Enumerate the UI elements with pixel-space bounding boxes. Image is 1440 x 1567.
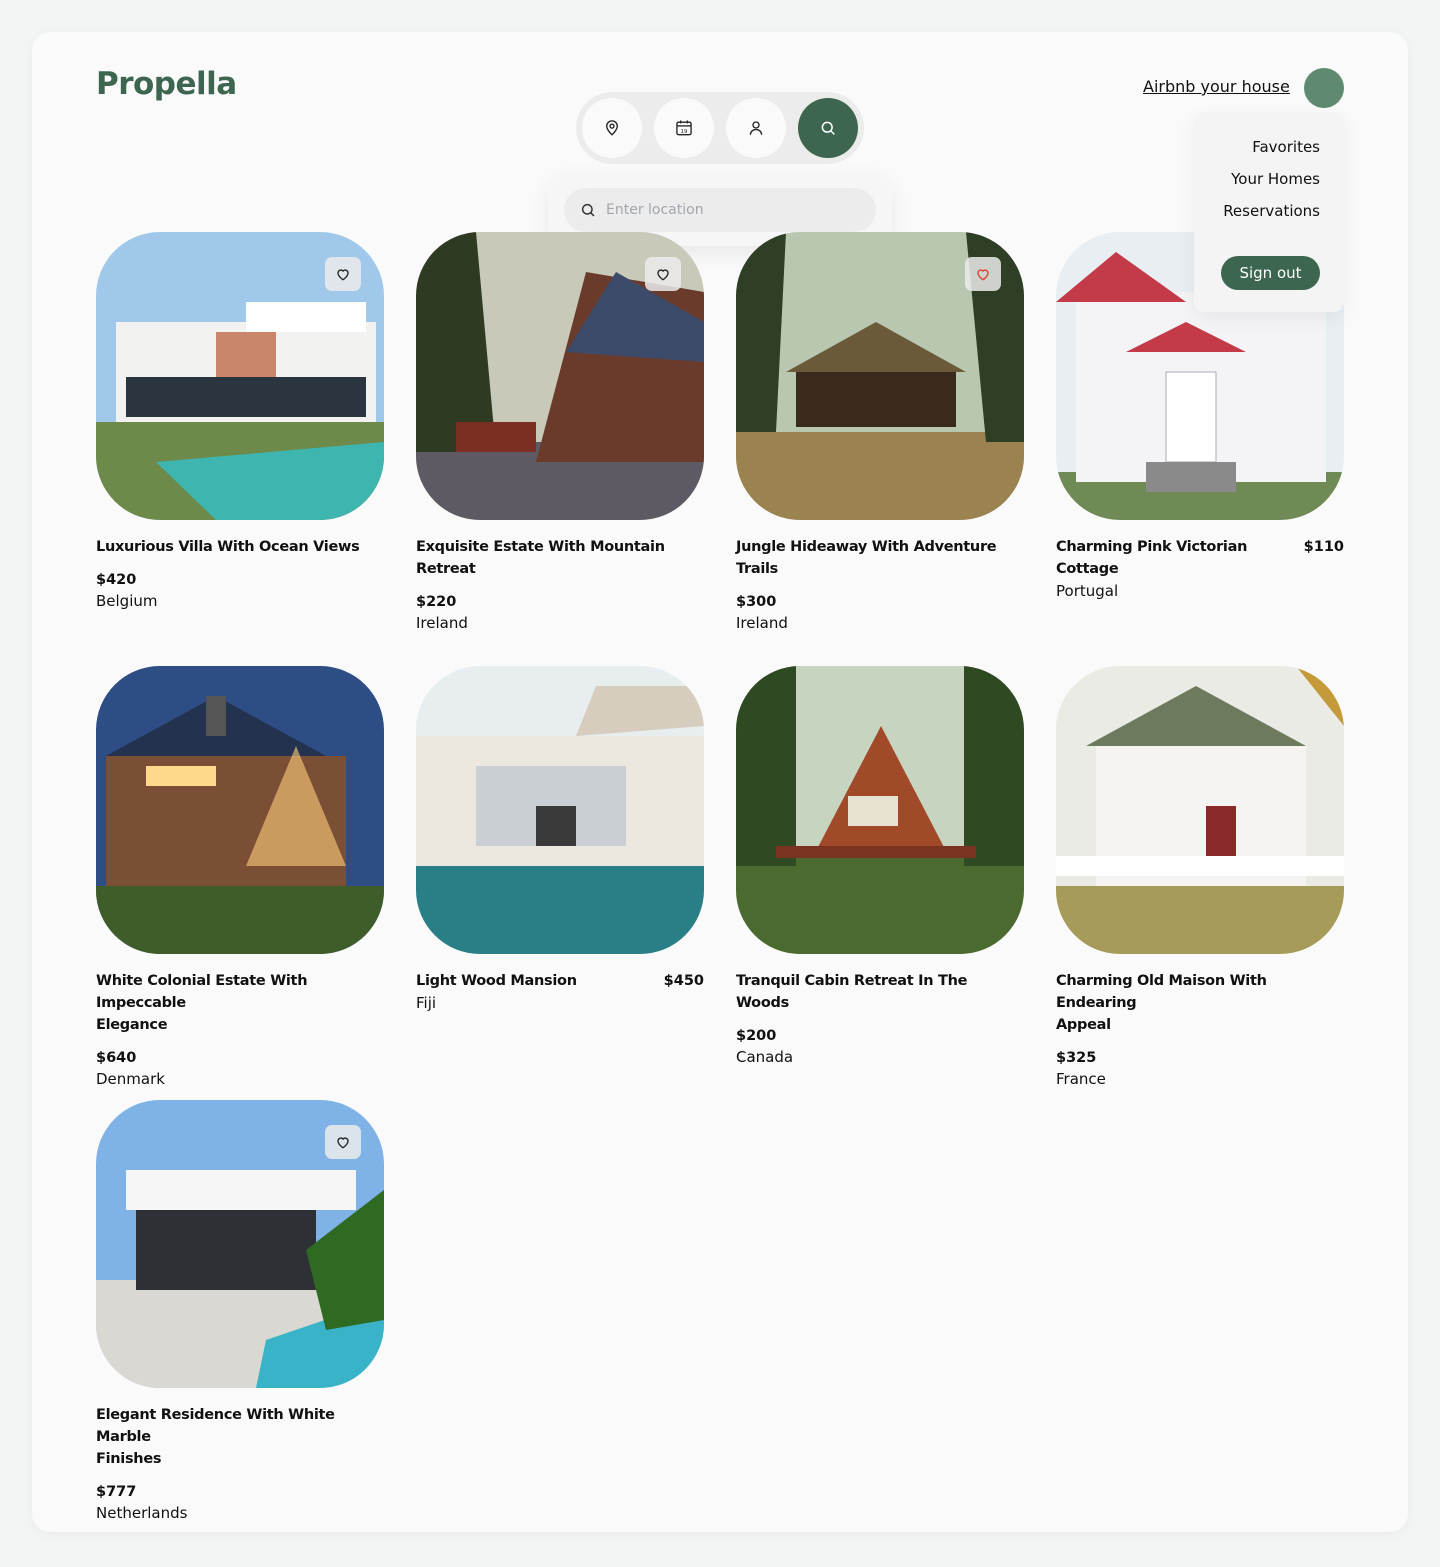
listing-title[interactable]: Jungle Hideaway With Adventure: [736, 536, 1024, 558]
calendar-icon: 19: [676, 120, 692, 136]
listing-card[interactable]: Light Wood Mansion $450 Fiji: [416, 666, 704, 1014]
heart-icon: [337, 269, 349, 281]
menu-item-reservations[interactable]: Reservations: [1223, 202, 1320, 220]
house-photo: [416, 666, 704, 954]
listing-card[interactable]: Luxurious Villa With Ocean Views $420 Belg…: [96, 232, 384, 612]
guests-button[interactable]: [726, 98, 786, 158]
listing-title[interactable]: Charming Pink Victorian Cottage: [1056, 536, 1304, 580]
listing-price: $777: [96, 1484, 137, 1500]
search-bar: 19: [576, 92, 864, 164]
search-icon: [821, 121, 835, 135]
listing-country: Ireland: [416, 614, 468, 632]
listing-photo[interactable]: [736, 666, 1024, 954]
calendar-day: 19: [681, 129, 688, 135]
house-photo: [736, 666, 1024, 954]
listing-title-line2[interactable]: Finishes: [96, 1448, 384, 1470]
location-pin-icon: [606, 120, 618, 136]
user-menu: Favorites Your Homes Reservations Sign o…: [1194, 112, 1344, 312]
listing-photo[interactable]: [416, 666, 704, 954]
listing-card[interactable]: Tranquil Cabin Retreat In The Woods $200 C…: [736, 666, 1024, 1068]
listing-country: Belgium: [96, 592, 158, 610]
favorite-button[interactable]: [325, 257, 361, 291]
listing-price: $110: [1303, 539, 1344, 555]
sign-out-button[interactable]: Sign out: [1221, 256, 1320, 290]
listing-title[interactable]: Tranquil Cabin Retreat In The Woods: [736, 970, 1024, 1014]
search-icon: [581, 203, 595, 217]
listing-title[interactable]: Charming Old Maison With Endearing: [1056, 970, 1344, 1014]
listing-card[interactable]: Exquisite Estate With Mountain Retreat $2…: [416, 232, 704, 634]
user-avatar[interactable]: [1304, 68, 1344, 108]
listing-title-line2[interactable]: Elegance: [96, 1014, 384, 1036]
listing-photo[interactable]: [416, 232, 704, 520]
listing-title-line2[interactable]: Trails: [736, 558, 1024, 580]
house-photo: [96, 666, 384, 954]
listing-country: France: [1056, 1070, 1106, 1088]
listing-title[interactable]: Light Wood Mansion: [416, 970, 577, 992]
heart-icon: [337, 1137, 349, 1149]
user-icon: [749, 121, 763, 135]
airbnb-your-house-link[interactable]: Airbnb your house: [1143, 77, 1290, 96]
listing-price: $420: [96, 572, 137, 588]
heart-icon: [657, 269, 669, 281]
house-photo: [1056, 666, 1344, 954]
listing-price: $220: [416, 594, 457, 610]
listing-price: $450: [663, 973, 704, 989]
location-input-wrapper: [564, 188, 876, 232]
listing-title[interactable]: Luxurious Villa With Ocean Views: [96, 536, 384, 558]
listing-title[interactable]: Elegant Residence With White Marble: [96, 1404, 384, 1448]
listing-price: $300: [736, 594, 777, 610]
listing-country: Portugal: [1056, 582, 1119, 600]
location-input[interactable]: [606, 188, 866, 232]
favorite-button[interactable]: [325, 1125, 361, 1159]
listing-country: Netherlands: [96, 1504, 188, 1522]
listing-card[interactable]: Charming Old Maison With Endearing Appeal…: [1056, 666, 1344, 1090]
listing-title[interactable]: Exquisite Estate With Mountain Retreat: [416, 536, 704, 580]
listing-price: $200: [736, 1028, 777, 1044]
search-submit-button[interactable]: [798, 98, 858, 158]
menu-item-favorites[interactable]: Favorites: [1252, 138, 1320, 156]
listing-price: $640: [96, 1050, 137, 1066]
listing-photo[interactable]: [736, 232, 1024, 520]
listing-card[interactable]: White Colonial Estate With Impeccable Ele…: [96, 666, 384, 1090]
listing-price: $325: [1056, 1050, 1097, 1066]
listing-photo[interactable]: [96, 1100, 384, 1388]
listing-country: Denmark: [96, 1070, 165, 1088]
listing-photo[interactable]: [96, 232, 384, 520]
listing-country: Ireland: [736, 614, 788, 632]
favorite-button[interactable]: [965, 257, 1001, 291]
listing-country: Canada: [736, 1048, 794, 1066]
listing-card[interactable]: Elegant Residence With White Marble Finis…: [96, 1100, 384, 1524]
listing-title-line2[interactable]: Appeal: [1056, 1014, 1344, 1036]
favorite-button[interactable]: [645, 257, 681, 291]
location-button[interactable]: [582, 98, 642, 158]
listing-title[interactable]: White Colonial Estate With Impeccable: [96, 970, 384, 1014]
listing-photo[interactable]: [96, 666, 384, 954]
menu-item-your-homes[interactable]: Your Homes: [1231, 170, 1320, 188]
heart-filled-icon: [977, 269, 989, 281]
listing-photo[interactable]: [1056, 666, 1344, 954]
date-button[interactable]: 19: [654, 98, 714, 158]
listing-card[interactable]: Jungle Hideaway With Adventure Trails $300…: [736, 232, 1024, 634]
listing-country: Fiji: [416, 994, 437, 1012]
logo[interactable]: Propella: [96, 66, 237, 102]
